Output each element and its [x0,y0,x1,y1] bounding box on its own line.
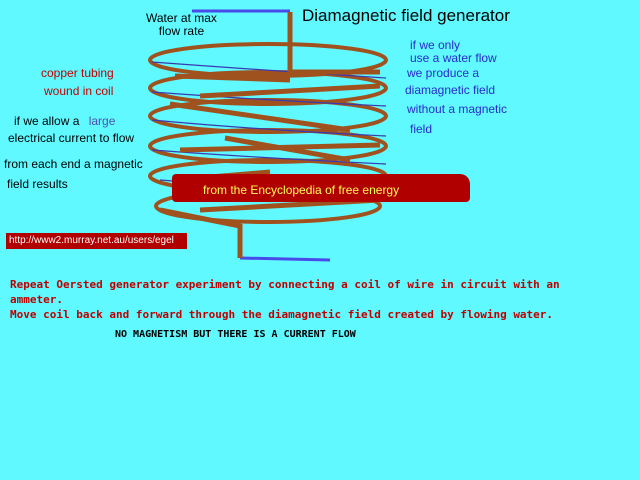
instructions-text: Repeat Oersted generator experiment by c… [10,277,560,322]
instructions-line3: Move coil back and forward through the d… [10,308,554,321]
water-flow-label: Water at max flow rate [146,12,217,38]
water-flow-note-line1: if we only [410,38,461,52]
current-label-line2: electrical current to flow [8,131,135,145]
copper-label-line1: copper tubing [41,66,114,80]
current-label-line1: if we allow a large [14,114,115,128]
water-label-line2: flow rate [158,24,205,38]
produce-note-line2: diamagnetic field [405,83,496,97]
produce-note-line3: without a magnetic [407,102,508,116]
copper-label-line2: wound in coil [44,84,114,98]
produce-note-line1: we produce a [407,66,480,80]
banner-text[interactable]: from the Encyclopedia of free energy [203,183,399,197]
current-label-line3: from each end a magnetic [4,157,143,171]
conclusion-text: NO MAGNETISM BUT THERE IS A CURRENT FLOW [115,329,356,340]
water-flow-note-line2: use a water flow [410,51,497,65]
current-label-part-b: large [88,114,116,128]
water-outlet-pipe [239,256,331,262]
current-label-line4: field results [7,177,68,191]
current-label-part-a: if we allow a [14,114,80,128]
instructions-line2: ammeter. [10,293,63,306]
instructions-line1: Repeat Oersted generator experiment by c… [10,278,560,291]
page-title: Diamagnetic field generator [302,6,510,25]
produce-note-line4: field [410,122,433,136]
source-url-link[interactable]: http://www2.murray.net.au/users/egel [6,233,187,249]
